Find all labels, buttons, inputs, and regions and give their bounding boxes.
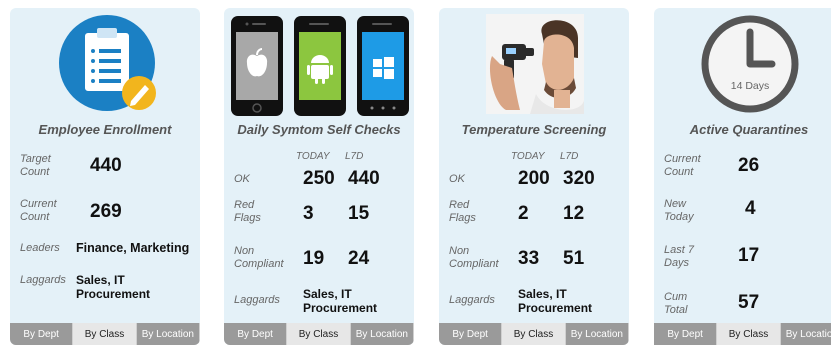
stat-row-last-7-days: Last 7 Days 17 (664, 242, 825, 272)
stat-label: Last 7 Days (664, 244, 694, 269)
card-title: Temperature Screening (461, 122, 607, 137)
stat-value: Sales, IT Procurement (303, 287, 378, 315)
stat-value-l7d: 440 (348, 168, 380, 189)
card-active-quarantines: 14 Days Active Quarantines Current Count… (654, 8, 831, 345)
stat-label: Non Compliant (449, 245, 499, 270)
stat-value-l7d: 15 (348, 203, 370, 224)
column-header-l7d: L7D (345, 151, 364, 162)
tab-bar: By Dept By Class By Location (10, 323, 200, 345)
stat-label: Laggards (449, 294, 495, 306)
card-title: Employee Enrollment (38, 122, 172, 137)
stat-label: Cum Total (664, 291, 688, 316)
card-employee-enrollment: Employee Enrollment Target Count 440 Cur… (10, 8, 200, 345)
tab-by-class[interactable]: By Class (73, 323, 137, 345)
stat-value: Finance, Marketing (76, 241, 190, 255)
stat-row-target-count: Target Count 440 (20, 151, 194, 181)
stat-row-current-count: Current Count 26 (664, 151, 825, 181)
stat-label: Laggards (20, 274, 66, 286)
tab-bar: By Dept By Class By Location (224, 323, 414, 345)
stat-label: Leaders (20, 242, 60, 254)
stat-row-non-compliant: Non Compliant 19 24 (234, 245, 408, 275)
stat-value-today: 2 (518, 203, 529, 224)
stat-value: Sales, IT Procurement (76, 273, 151, 301)
stat-value: 4 (745, 198, 756, 219)
tab-by-dept[interactable]: By Dept (654, 323, 718, 345)
column-header-l7d: L7D (560, 151, 579, 162)
stat-value-l7d: 24 (348, 248, 370, 269)
stat-value-today: 200 (518, 168, 550, 189)
stat-label: New Today (664, 198, 694, 223)
stat-row-red-flags: Red Flags 2 12 (449, 199, 623, 229)
stat-label: OK (449, 173, 465, 185)
stat-row-laggards: Laggards Sales, IT Procurement (20, 272, 194, 304)
tab-by-location[interactable]: By Location (136, 323, 200, 345)
tab-by-location[interactable]: By Location (565, 323, 629, 345)
stat-label: Current Count (664, 153, 701, 178)
tab-by-class[interactable]: By Class (717, 323, 781, 345)
stat-value: 17 (738, 245, 760, 266)
stat-row-ok: OK 250 440 (234, 166, 408, 194)
card-title: Active Quarantines (689, 122, 809, 137)
tab-by-class[interactable]: By Class (287, 323, 351, 345)
stat-value-today: 250 (303, 168, 335, 189)
stat-label: Red Flags (449, 199, 476, 224)
stat-row-ok: OK 200 320 (449, 166, 623, 194)
stat-row-laggards: Laggards Sales, IT Procurement (234, 287, 408, 319)
tab-by-dept[interactable]: By Dept (10, 323, 74, 345)
column-header-today: TODAY (511, 151, 545, 162)
tab-by-dept[interactable]: By Dept (439, 323, 503, 345)
stat-value-today: 33 (518, 248, 540, 269)
tab-bar: By Dept By Class By Location (439, 323, 629, 345)
tab-by-class[interactable]: By Class (502, 323, 566, 345)
stat-row-laggards: Laggards Sales, IT Procurement (449, 287, 623, 319)
stat-value: 440 (90, 155, 122, 176)
stat-value: 26 (738, 155, 760, 176)
clipboard-icon (59, 15, 156, 111)
card-temperature-screening: Temperature Screening TODAY L7D OK 200 3… (439, 8, 629, 345)
column-header-today: TODAY (296, 151, 330, 162)
stat-row-non-compliant: Non Compliant 33 51 (449, 245, 623, 275)
stat-row-red-flags: Red Flags 3 15 (234, 199, 408, 229)
card-daily-symptom-self-checks: Daily Symtom Self Checks TODAY L7D OK 25… (224, 8, 414, 345)
stat-label: OK (234, 173, 250, 185)
stat-row-new-today: New Today 4 (664, 196, 825, 226)
clock-label: 14 Days (731, 80, 770, 92)
stat-value-l7d: 12 (563, 203, 585, 224)
stat-label: Non Compliant (234, 245, 284, 270)
stat-label: Current Count (20, 198, 57, 223)
stat-row-current-count: Current Count 269 (20, 196, 194, 226)
tab-bar: By Dept By Class By Location (654, 323, 831, 345)
tab-by-dept[interactable]: By Dept (224, 323, 288, 345)
card-title: Daily Symtom Self Checks (237, 122, 401, 137)
tab-by-location[interactable]: By Location (350, 323, 414, 345)
stat-row-leaders: Leaders Finance, Marketing (20, 240, 194, 260)
stat-value-l7d: 51 (563, 248, 585, 269)
clock-icon: 14 Days (701, 15, 799, 113)
stat-value-l7d: 320 (563, 168, 595, 189)
stat-value: 57 (738, 292, 760, 313)
temperature-screening-photo (486, 14, 584, 114)
stat-row-cum-total: Cum Total 57 (664, 289, 825, 319)
stat-value-today: 19 (303, 248, 325, 269)
tab-by-location[interactable]: By Location (780, 323, 831, 345)
stat-value-today: 3 (303, 203, 314, 224)
smartphones-icon (231, 16, 409, 116)
stat-label: Red Flags (234, 199, 261, 224)
stat-label: Laggards (234, 294, 280, 306)
stat-label: Target Count (20, 153, 51, 178)
stat-value: 269 (90, 201, 122, 222)
stat-value: Sales, IT Procurement (518, 287, 593, 315)
